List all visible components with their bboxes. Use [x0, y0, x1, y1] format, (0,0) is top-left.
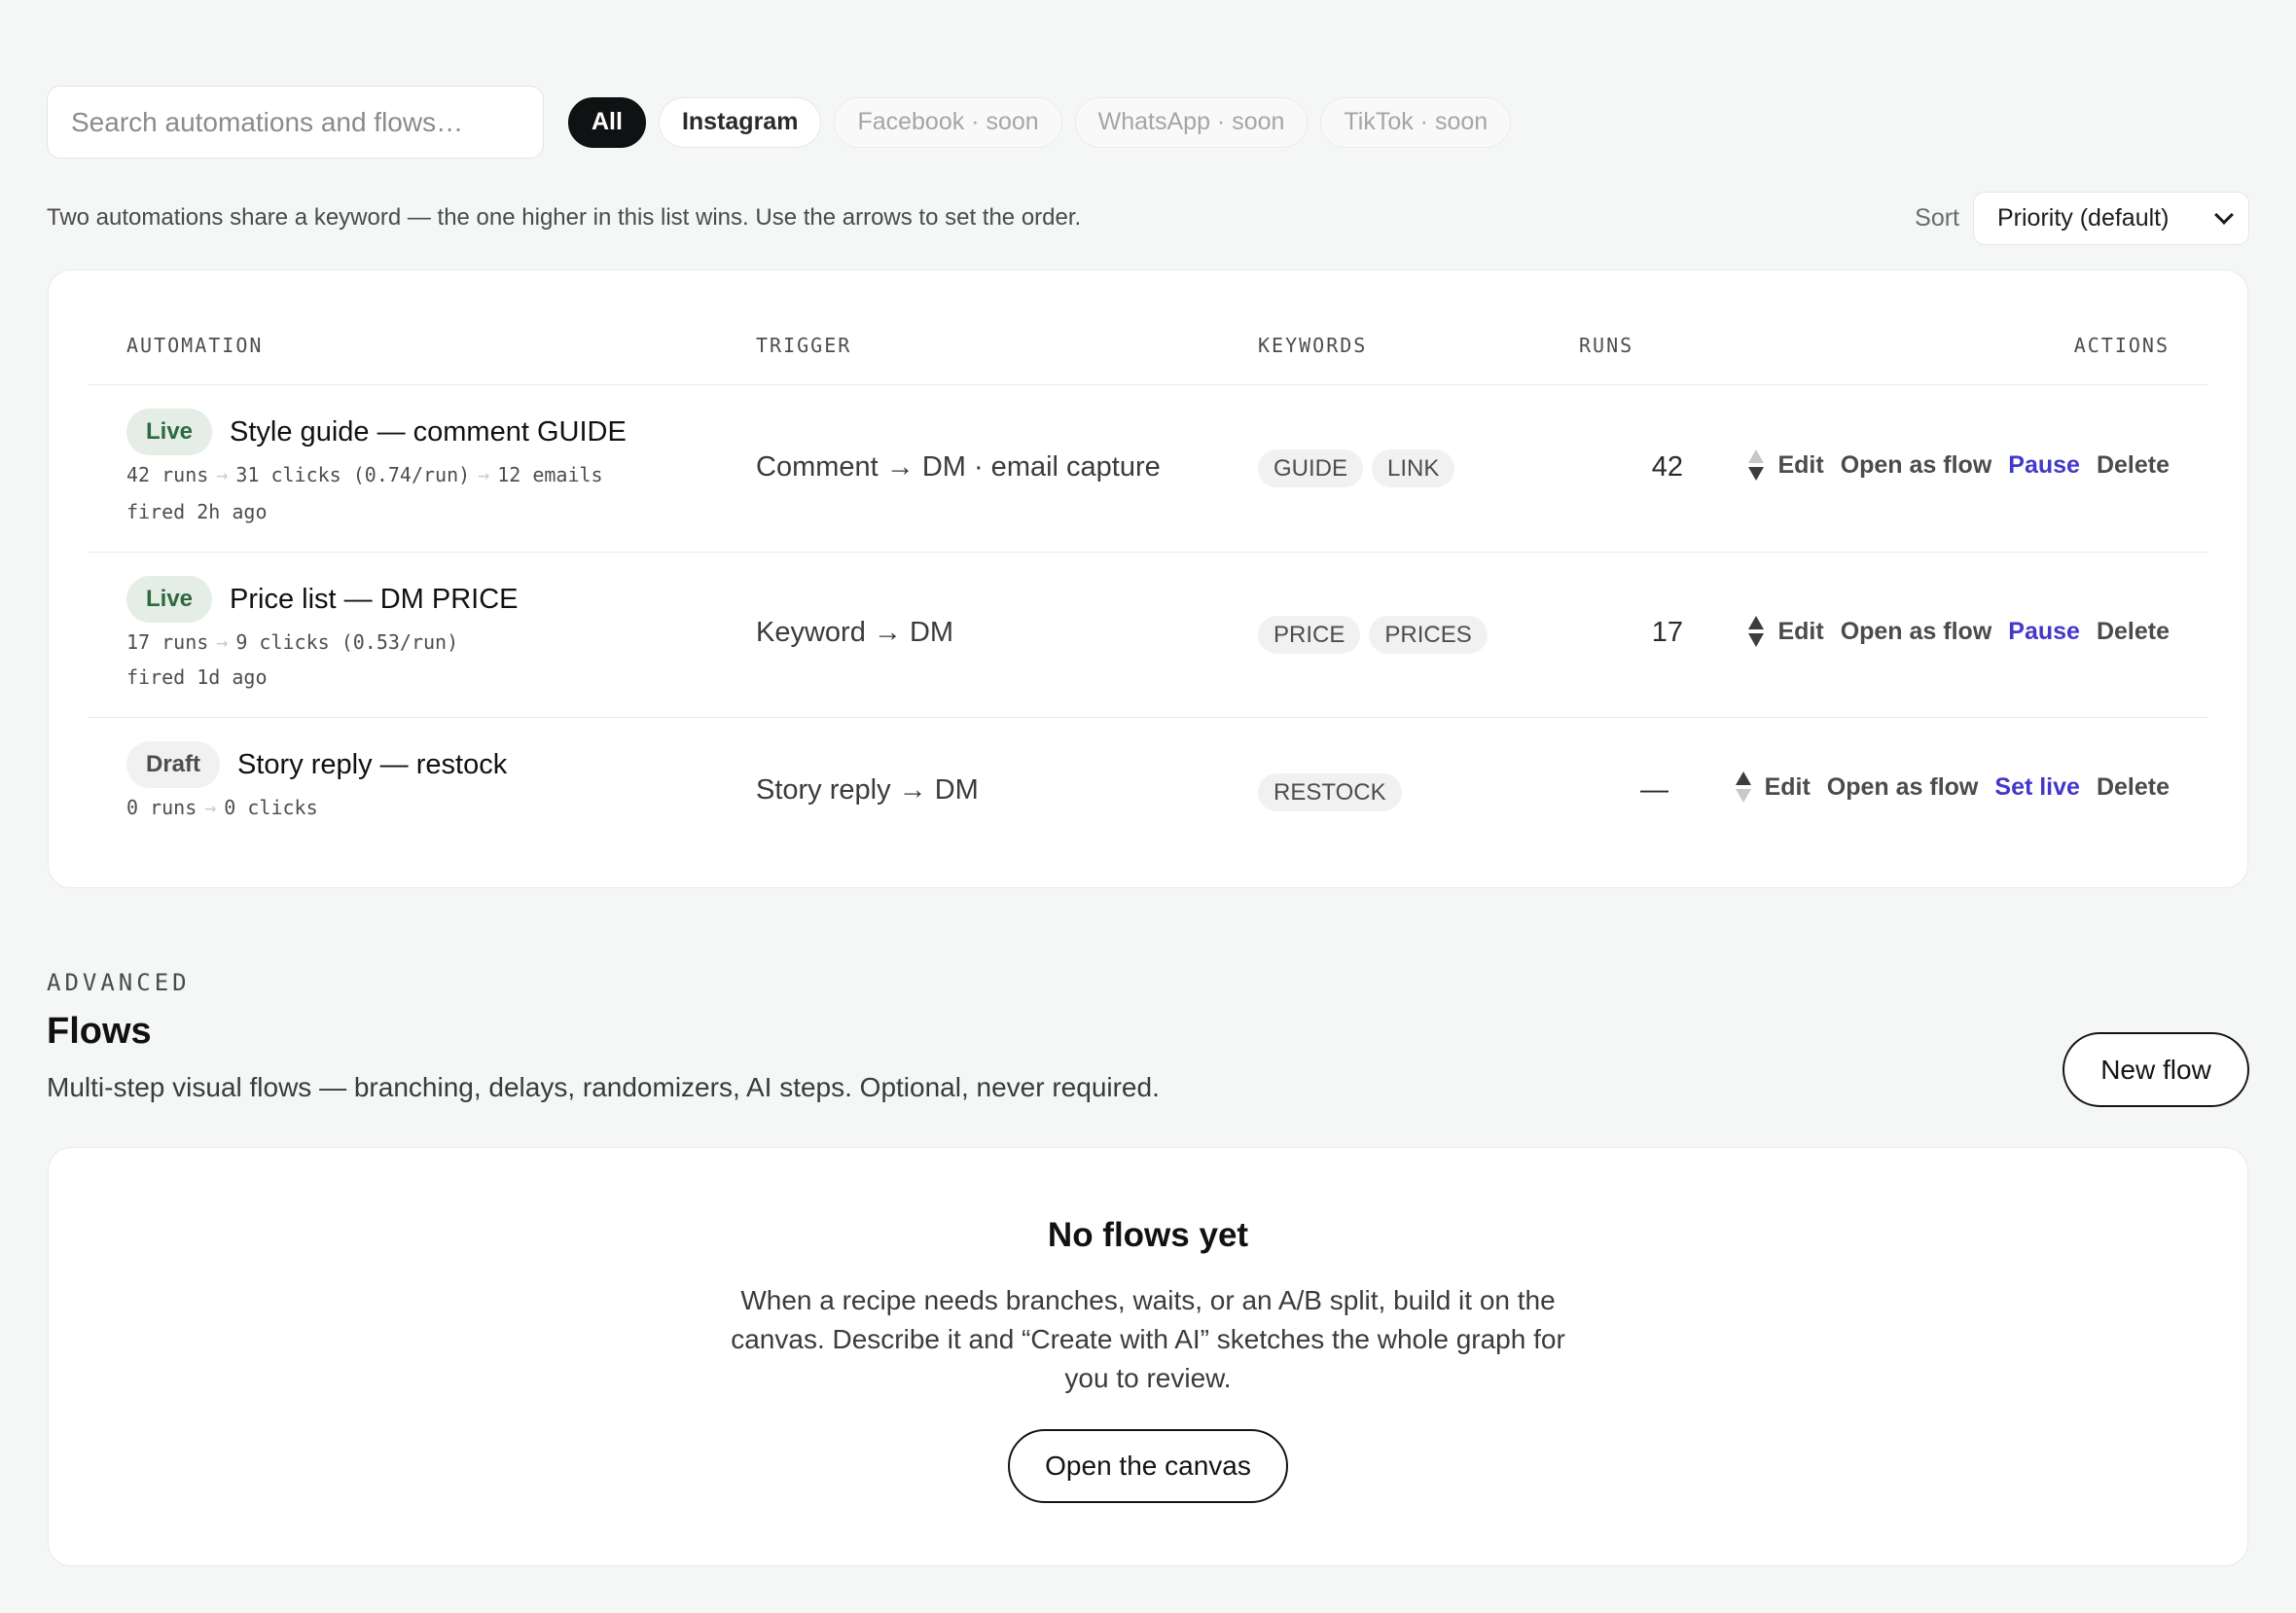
- arrow-right-icon: →: [216, 463, 229, 486]
- reorder-control: [1748, 616, 1765, 647]
- filter-chip-whatsapp: WhatsApp · soon: [1074, 96, 1309, 148]
- automation-stats: 42 runs → 31 clicks (0.74/run) → 12 emails: [126, 463, 603, 486]
- move-up-icon[interactable]: [1735, 771, 1751, 785]
- trigger-text: Keyword → DM: [756, 617, 954, 648]
- automation-title-line: Live Price list — DM PRICE: [126, 576, 519, 623]
- trigger-text: Comment → DM · email capture: [756, 451, 1161, 483]
- status-badge: Draft: [126, 741, 221, 788]
- filter-bar: All Instagram Facebook · soon WhatsApp ·…: [47, 86, 1512, 159]
- move-up-icon[interactable]: [1748, 616, 1765, 629]
- filter-chip-tiktok: TikTok · soon: [1320, 96, 1512, 148]
- new-flow-button[interactable]: New flow: [2063, 1032, 2249, 1107]
- table-row: Draft Story reply — restock 0 runs → 0 cli…: [88, 718, 2208, 864]
- empty-state-body: When a recipe needs branches, waits, or …: [731, 1285, 1565, 1393]
- search-input[interactable]: [47, 86, 544, 159]
- empty-state-title: No flows yet: [1047, 1216, 1249, 1254]
- column-header-trigger: TRIGGER: [756, 334, 852, 357]
- edit-button[interactable]: Edit: [1777, 618, 1823, 646]
- keyword-list: GUIDE LINK: [1258, 449, 1463, 487]
- stat-clicks: 31 clicks (0.74/run): [235, 463, 471, 486]
- row-actions: Edit Open as flow Pause Delete: [1748, 449, 2170, 481]
- column-header-keywords: KEYWORDS: [1258, 334, 1368, 357]
- runs-count: 17: [1651, 617, 1683, 648]
- filter-chip-instagram[interactable]: Instagram: [658, 96, 822, 148]
- automation-stats: 17 runs → 9 clicks (0.53/run): [126, 630, 458, 654]
- last-fired: fired 2h ago: [126, 500, 268, 523]
- move-down-icon[interactable]: [1748, 633, 1765, 647]
- channel-filters: All Instagram Facebook · soon WhatsApp ·…: [568, 96, 1512, 148]
- keyword-tag: GUIDE: [1258, 449, 1364, 487]
- trigger-text: Story reply → DM: [756, 774, 979, 806]
- automations-card: AUTOMATION TRIGGER KEYWORDS RUNS ACTIONS…: [48, 269, 2248, 888]
- keyword-list: RESTOCK: [1258, 773, 1411, 811]
- table-row: Live Price list — DM PRICE 17 runs → 9 cli…: [88, 553, 2208, 718]
- arrow-right-icon: →: [478, 463, 490, 486]
- open-as-flow-button[interactable]: Open as flow: [1841, 618, 1992, 646]
- keyword-tag: PRICE: [1258, 616, 1361, 654]
- row-actions: Edit Open as flow Set live Delete: [1735, 771, 2170, 803]
- reorder-control: [1735, 771, 1751, 803]
- delete-button[interactable]: Delete: [2097, 618, 2170, 646]
- arrow-right-icon: →: [204, 796, 217, 819]
- automation-title-line: Draft Story reply — restock: [126, 741, 507, 788]
- last-fired: fired 1d ago: [126, 665, 268, 689]
- set-live-button[interactable]: Set live: [1994, 773, 2080, 802]
- edit-button[interactable]: Edit: [1777, 451, 1823, 480]
- sort-value: Priority (default): [1997, 204, 2170, 232]
- move-up-icon[interactable]: [1748, 449, 1765, 463]
- stat-runs: 42 runs: [126, 463, 209, 486]
- chevron-down-icon: [2214, 204, 2234, 225]
- open-as-flow-button[interactable]: Open as flow: [1827, 773, 1979, 802]
- stat-clicks: 9 clicks (0.53/run): [235, 630, 459, 654]
- arrow-right-icon: →: [216, 630, 229, 654]
- section-eyebrow: ADVANCED: [47, 969, 191, 996]
- reorder-control: [1748, 449, 1765, 481]
- move-down-icon[interactable]: [1735, 789, 1751, 803]
- pause-button[interactable]: Pause: [2008, 451, 2080, 480]
- edit-button[interactable]: Edit: [1765, 773, 1811, 802]
- section-title: Flows: [47, 1011, 152, 1052]
- sort-select[interactable]: Priority (default): [1973, 192, 2249, 245]
- flows-empty-state: No flows yet When a recipe needs branche…: [48, 1147, 2248, 1566]
- open-canvas-button[interactable]: Open the canvas: [1008, 1429, 1288, 1503]
- runs-count: —: [1640, 774, 1668, 806]
- filter-chip-facebook: Facebook · soon: [834, 96, 1062, 148]
- sort-control: Sort Priority (default): [1915, 192, 2249, 245]
- keyword-tag: PRICES: [1369, 616, 1488, 654]
- table-row: Live Style guide — comment GUIDE 42 runs…: [88, 385, 2208, 553]
- keyword-tag: RESTOCK: [1258, 773, 1402, 811]
- stat-clicks: 0 clicks: [224, 796, 318, 819]
- move-down-icon[interactable]: [1748, 467, 1765, 481]
- delete-button[interactable]: Delete: [2097, 451, 2170, 480]
- delete-button[interactable]: Delete: [2097, 773, 2170, 802]
- column-header-automation: AUTOMATION: [126, 334, 264, 357]
- automation-title[interactable]: Style guide — comment GUIDE: [230, 416, 627, 448]
- keyword-list: PRICE PRICES: [1258, 616, 1496, 654]
- runs-count: 42: [1651, 451, 1683, 483]
- column-header-actions: ACTIONS: [2073, 334, 2170, 357]
- section-subtitle: Multi-step visual flows — branching, del…: [47, 1072, 1160, 1102]
- stat-emails: 12 emails: [497, 463, 603, 486]
- sort-label: Sort: [1915, 204, 1959, 232]
- filter-chip-all[interactable]: All: [568, 96, 646, 148]
- status-badge: Live: [126, 576, 213, 623]
- automation-title[interactable]: Story reply — restock: [237, 749, 507, 781]
- open-as-flow-button[interactable]: Open as flow: [1841, 451, 1992, 480]
- stat-runs: 17 runs: [126, 630, 209, 654]
- priority-hint: Two automations share a keyword — the on…: [47, 204, 1082, 231]
- automation-title-line: Live Style guide — comment GUIDE: [126, 409, 627, 455]
- automation-title[interactable]: Price list — DM PRICE: [230, 584, 518, 616]
- stat-runs: 0 runs: [126, 796, 197, 819]
- column-header-runs: RUNS: [1579, 334, 1634, 357]
- automation-stats: 0 runs → 0 clicks: [126, 796, 318, 819]
- pause-button[interactable]: Pause: [2008, 618, 2080, 646]
- keyword-tag: LINK: [1372, 449, 1455, 487]
- row-actions: Edit Open as flow Pause Delete: [1748, 616, 2170, 647]
- status-badge: Live: [126, 409, 213, 455]
